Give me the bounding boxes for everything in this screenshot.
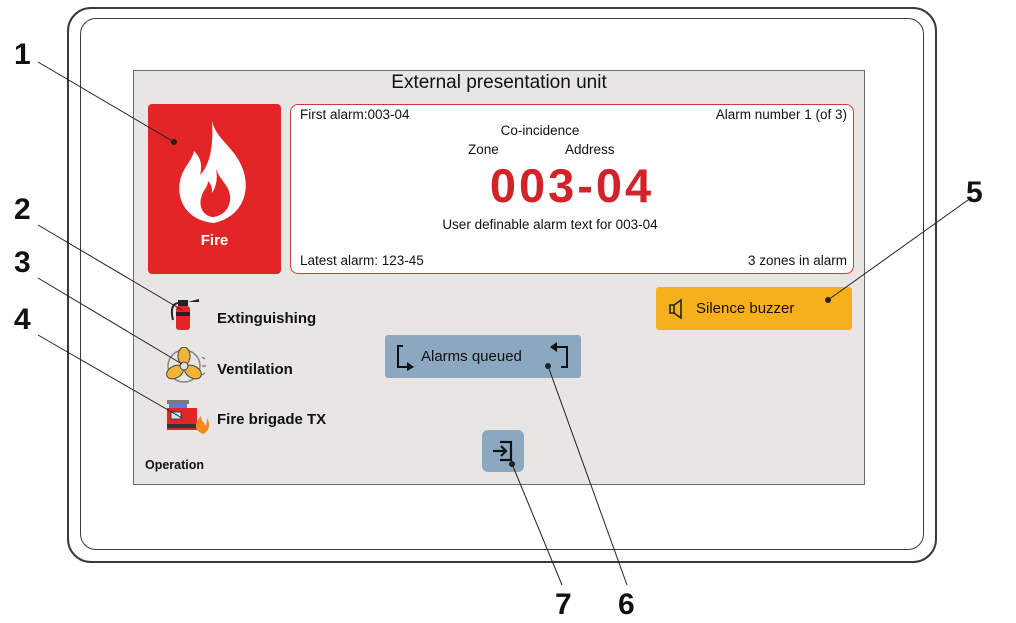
callout-leaders [37,61,969,586]
callout-6: 6 [618,588,635,621]
callout-3: 3 [14,246,31,279]
callout-7: 7 [555,588,572,621]
callout-5: 5 [966,176,983,209]
callout-1: 1 [14,38,31,71]
callout-2: 2 [14,193,31,226]
callout-4: 4 [14,303,31,336]
